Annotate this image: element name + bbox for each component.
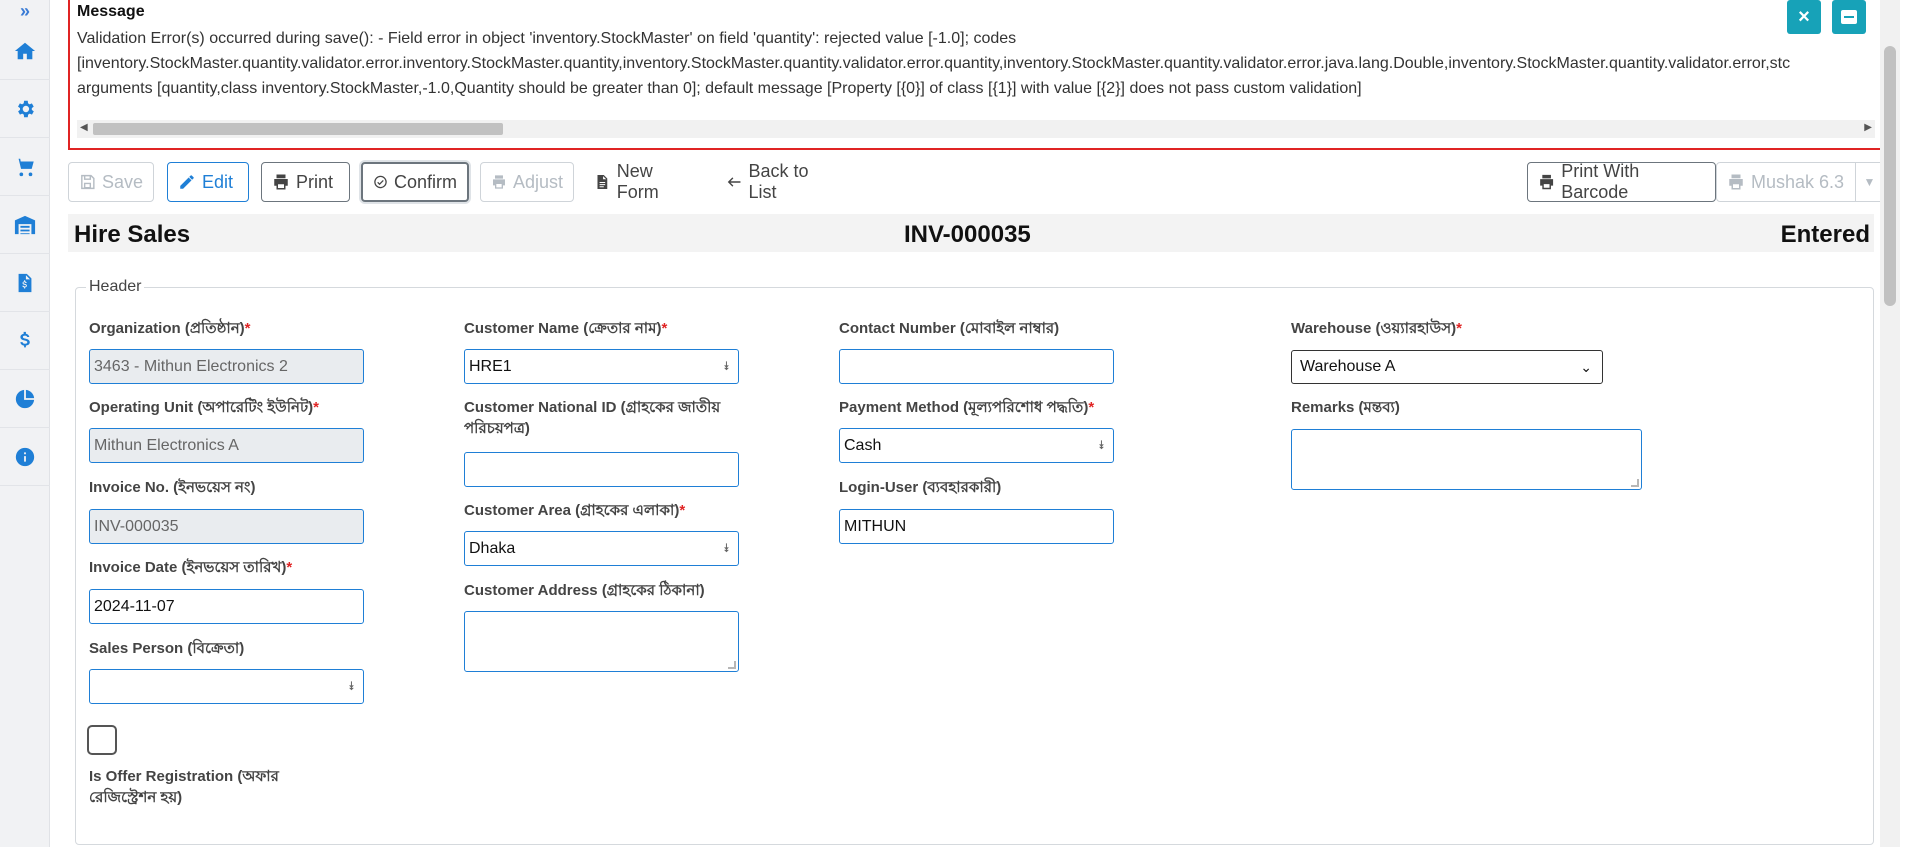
- message-text: Validation Error(s) occurred during save…: [77, 26, 1875, 100]
- invoice-no-field[interactable]: INV-000035: [89, 509, 364, 544]
- printer-icon: [1729, 174, 1743, 190]
- save-button[interactable]: Save: [68, 162, 154, 202]
- page-vertical-scrollbar[interactable]: [1880, 0, 1900, 847]
- message-line-1: Validation Error(s) occurred during save…: [77, 30, 1017, 47]
- warehouse-select[interactable]: Warehouse A ⌄: [1291, 350, 1603, 384]
- sidebar-item-reports[interactable]: [0, 370, 50, 428]
- chevron-down-icon: ⌄: [1580, 359, 1592, 375]
- pencil-icon: [180, 175, 194, 189]
- check-circle-icon: [374, 175, 387, 189]
- invoice-no-label: Invoice No. (ইনভয়েস নং): [89, 479, 256, 496]
- warehouse-icon: [14, 215, 36, 234]
- invoice-date-label: Invoice Date (ইনভয়েস তারিখ)*: [89, 559, 293, 576]
- contact-number-field[interactable]: [839, 349, 1114, 384]
- organization-field[interactable]: 3463 - Mithun Electronics 2: [89, 349, 364, 384]
- new-form-button[interactable]: New Form: [584, 161, 704, 202]
- login-user-label: Login-User (ব্যবহারকারী): [839, 479, 1002, 496]
- sales-person-select[interactable]: ⯯: [89, 669, 364, 704]
- customer-name-select[interactable]: HRE1 ⯯: [464, 349, 739, 384]
- remarks-label: Remarks (মন্তব্য): [1291, 399, 1400, 416]
- scroll-right-arrow-icon[interactable]: ▶: [1864, 122, 1872, 133]
- payment-method-label: Payment Method (মূল্যপরিশোধ পদ্ধতি)*: [839, 399, 1095, 416]
- organization-label: Organization (প্রতিষ্ঠান)*: [89, 320, 251, 337]
- floppy-disk-icon: [81, 174, 95, 190]
- print-button[interactable]: Print: [261, 162, 350, 202]
- invoice-date-field[interactable]: 2024-11-07: [89, 589, 364, 624]
- mushak-button[interactable]: Mushak 6.3: [1716, 162, 1856, 202]
- print-with-barcode-button[interactable]: Print With Barcode: [1527, 161, 1716, 202]
- double-chevron-down-icon: ⯯: [722, 359, 730, 373]
- sidebar-item-documents[interactable]: [0, 254, 50, 312]
- scrollbar-thumb[interactable]: [1884, 46, 1896, 306]
- customer-area-select[interactable]: Dhaka ⯯: [464, 531, 739, 566]
- printer-icon: [492, 175, 505, 189]
- sidebar-item-finance[interactable]: [0, 312, 50, 370]
- double-chevron-down-icon: ⯯: [347, 679, 355, 693]
- minimize-message-button[interactable]: [1832, 0, 1866, 34]
- remarks-textarea[interactable]: [1291, 429, 1642, 490]
- pie-chart-icon: [15, 389, 35, 408]
- sidebar-item-info[interactable]: [0, 428, 50, 486]
- double-chevron-down-icon: ⯯: [1097, 438, 1105, 452]
- form-title-bar: Hire Sales INV-000035 Entered: [68, 214, 1874, 252]
- gear-icon: [18, 100, 34, 117]
- sidebar-toggle-icon[interactable]: »: [0, 0, 50, 22]
- double-chevron-down-icon: ⯯: [722, 541, 730, 555]
- contact-number-label: Contact Number (মোবাইল নাম্বার): [839, 320, 1060, 337]
- invoice-number-title: INV-000035: [904, 221, 1031, 248]
- info-icon: [15, 447, 35, 466]
- warehouse-label: Warehouse (ওয়্যারহাউস)*: [1291, 320, 1462, 337]
- status-badge: Entered: [1780, 221, 1870, 248]
- printer-icon: [274, 174, 288, 190]
- adjust-button[interactable]: Adjust: [480, 162, 574, 202]
- sidebar-item-sales[interactable]: [0, 138, 50, 196]
- close-message-button[interactable]: ×: [1787, 0, 1821, 34]
- sidebar-item-home[interactable]: [0, 22, 50, 80]
- printer-icon: [1540, 174, 1554, 190]
- cart-icon: [14, 158, 34, 176]
- login-user-field[interactable]: MITHUN: [839, 509, 1114, 544]
- customer-national-id-field[interactable]: [464, 452, 739, 487]
- scroll-left-arrow-icon[interactable]: ◀: [80, 122, 88, 133]
- is-offer-registration-label: Is Offer Registration (অফার রেজিস্ট্রেশন…: [89, 768, 279, 806]
- resize-grip-icon[interactable]: [1631, 479, 1639, 487]
- customer-address-textarea[interactable]: [464, 611, 739, 672]
- message-title: Message: [77, 3, 145, 20]
- customer-address-label: Customer Address (গ্রাহকের ঠিকানা): [464, 582, 705, 599]
- main-content: Message Validation Error(s) occurred dur…: [50, 0, 1900, 847]
- message-line-3: arguments [quantity,class inventory.Stoc…: [77, 80, 1362, 97]
- resize-grip-icon[interactable]: [728, 661, 736, 669]
- customer-area-label: Customer Area (গ্রাহকের এলাকা)*: [464, 502, 686, 519]
- is-offer-registration-checkbox[interactable]: [87, 725, 117, 755]
- fieldset-legend: Header: [86, 278, 145, 296]
- minus-square-icon: [1841, 10, 1857, 24]
- file-icon: [597, 175, 608, 189]
- sidebar-item-warehouse[interactable]: [0, 196, 50, 254]
- arrow-left-icon: [727, 177, 741, 187]
- operating-unit-label: Operating Unit (অপারেটিং ইউনিট)*: [89, 399, 319, 416]
- file-invoice-icon: [18, 273, 32, 292]
- edit-button[interactable]: Edit: [167, 162, 249, 202]
- message-horizontal-scrollbar[interactable]: ◀ ▶: [77, 120, 1875, 138]
- operating-unit-field[interactable]: Mithun Electronics A: [89, 428, 364, 463]
- home-icon: [14, 42, 36, 59]
- sidebar-item-settings[interactable]: [0, 80, 50, 138]
- scrollbar-thumb[interactable]: [93, 123, 503, 135]
- customer-national-id-label: Customer National ID (গ্রাহকের জাতীয় পর…: [464, 399, 721, 437]
- back-to-list-button[interactable]: Back to List: [716, 161, 844, 202]
- payment-method-select[interactable]: Cash ⯯: [839, 428, 1114, 463]
- left-sidebar: »: [0, 0, 50, 847]
- toolbar: Save Edit Print Confirm Adjust New Form …: [68, 160, 1884, 202]
- customer-name-label: Customer Name (ক্রেতার নাম)*: [464, 320, 668, 337]
- dollar-icon: [20, 331, 30, 347]
- message-line-2: [inventory.StockMaster.quantity.validato…: [77, 55, 1791, 72]
- sales-person-label: Sales Person (বিক্রেতা): [89, 640, 245, 657]
- page-title: Hire Sales: [74, 221, 191, 248]
- confirm-button[interactable]: Confirm: [361, 162, 469, 202]
- error-message-box: Message Validation Error(s) occurred dur…: [68, 0, 1884, 150]
